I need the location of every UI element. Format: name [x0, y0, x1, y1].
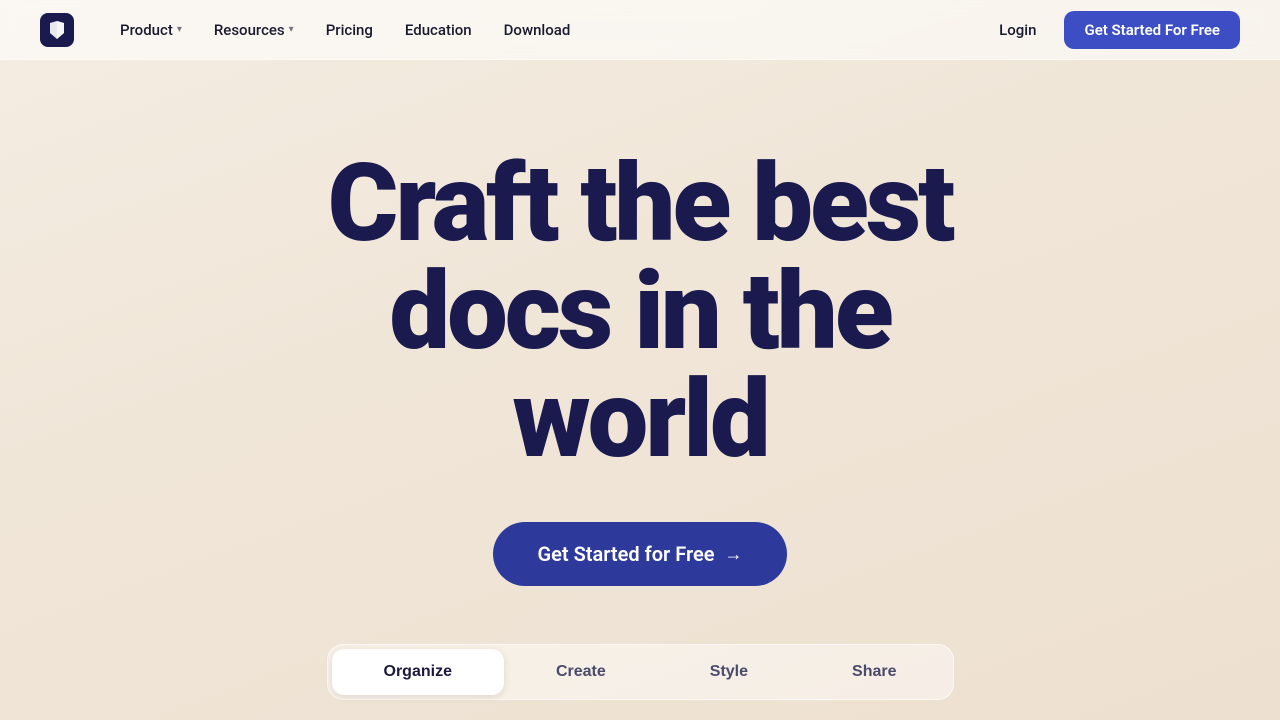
logo[interactable]: [40, 13, 74, 47]
nav-item-pricing[interactable]: Pricing: [312, 13, 387, 47]
chevron-down-icon: ▾: [177, 24, 182, 35]
tab-create[interactable]: Create: [504, 649, 658, 695]
nav-item-product[interactable]: Product ▾: [106, 13, 196, 47]
nav-item-download[interactable]: Download: [490, 13, 585, 47]
tab-organize[interactable]: Organize: [332, 649, 504, 695]
nav-links: Product ▾ Resources ▾ Pricing Education …: [106, 13, 987, 47]
hero-cta-button[interactable]: Get Started for Free →: [493, 522, 786, 586]
navigation: Product ▾ Resources ▾ Pricing Education …: [0, 0, 1280, 60]
hero-section: Craft the best docs in the world Get Sta…: [0, 60, 1280, 720]
arrow-icon: →: [725, 544, 743, 565]
hero-title: Craft the best docs in the world: [328, 150, 953, 474]
tab-share[interactable]: Share: [800, 649, 948, 695]
nav-item-education[interactable]: Education: [391, 13, 486, 47]
chevron-down-icon: ▾: [289, 24, 294, 35]
nav-item-resources[interactable]: Resources ▾: [200, 13, 308, 47]
feature-tabs: Organize Create Style Share: [327, 644, 954, 700]
tab-style[interactable]: Style: [658, 649, 800, 695]
login-link[interactable]: Login: [987, 13, 1048, 47]
nav-right: Login Get Started For Free: [987, 11, 1240, 49]
nav-cta-button[interactable]: Get Started For Free: [1064, 11, 1240, 49]
